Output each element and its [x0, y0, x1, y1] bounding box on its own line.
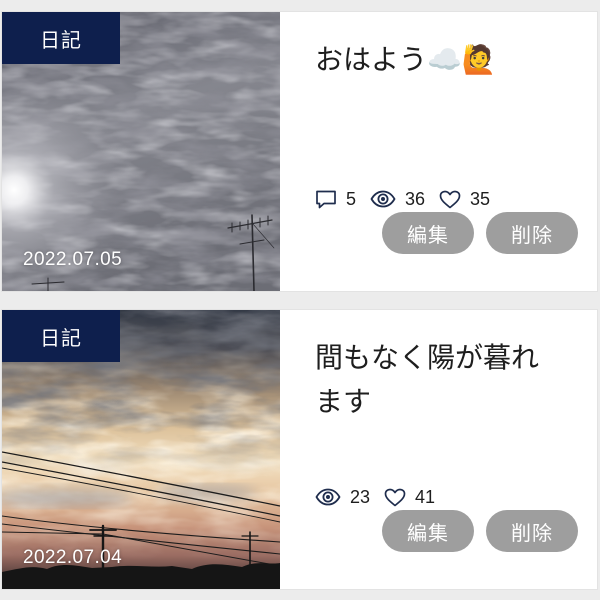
edit-button[interactable]: 編集: [382, 510, 474, 552]
delete-button[interactable]: 削除: [486, 510, 578, 552]
post-actions: 編集 削除: [382, 212, 590, 254]
category-badge: 日記: [2, 12, 120, 64]
view-count: 36: [405, 188, 426, 209]
eye-icon: [315, 488, 341, 506]
post-thumbnail[interactable]: 日記 2022.07.05: [2, 12, 280, 291]
post-card: 日記 2022.07.04 間もなく陽が暮れます 23 41 編集 削除: [2, 310, 597, 589]
eye-icon: [370, 190, 396, 208]
edit-button[interactable]: 編集: [382, 212, 474, 254]
category-badge: 日記: [2, 310, 120, 362]
like-stat: 41: [384, 487, 435, 508]
like-stat: 35: [439, 189, 490, 210]
view-count: 23: [350, 486, 371, 507]
post-date: 2022.07.05: [23, 249, 123, 270]
like-count: 41: [415, 486, 436, 507]
comment-stat: 5: [315, 189, 356, 210]
post-title[interactable]: おはよう☁️🙋: [315, 38, 563, 82]
like-count: 35: [470, 188, 491, 209]
heart-icon: [439, 190, 461, 208]
comment-icon: [316, 190, 336, 209]
comment-count: 5: [346, 188, 357, 209]
post-card: 日記 2022.07.05 おはよう☁️🙋 5 36 35 編集 削除: [2, 12, 597, 291]
heart-icon: [384, 488, 406, 506]
post-stats: 5 36 35: [315, 188, 504, 210]
post-stats: 23 41: [315, 486, 449, 508]
post-date: 2022.07.04: [23, 547, 123, 568]
post-title[interactable]: 間もなく陽が暮れます: [315, 336, 563, 424]
delete-button[interactable]: 削除: [486, 212, 578, 254]
post-actions: 編集 削除: [382, 510, 590, 552]
view-stat: 23: [315, 487, 370, 508]
post-thumbnail[interactable]: 日記 2022.07.04: [2, 310, 280, 589]
view-stat: 36: [370, 189, 425, 210]
